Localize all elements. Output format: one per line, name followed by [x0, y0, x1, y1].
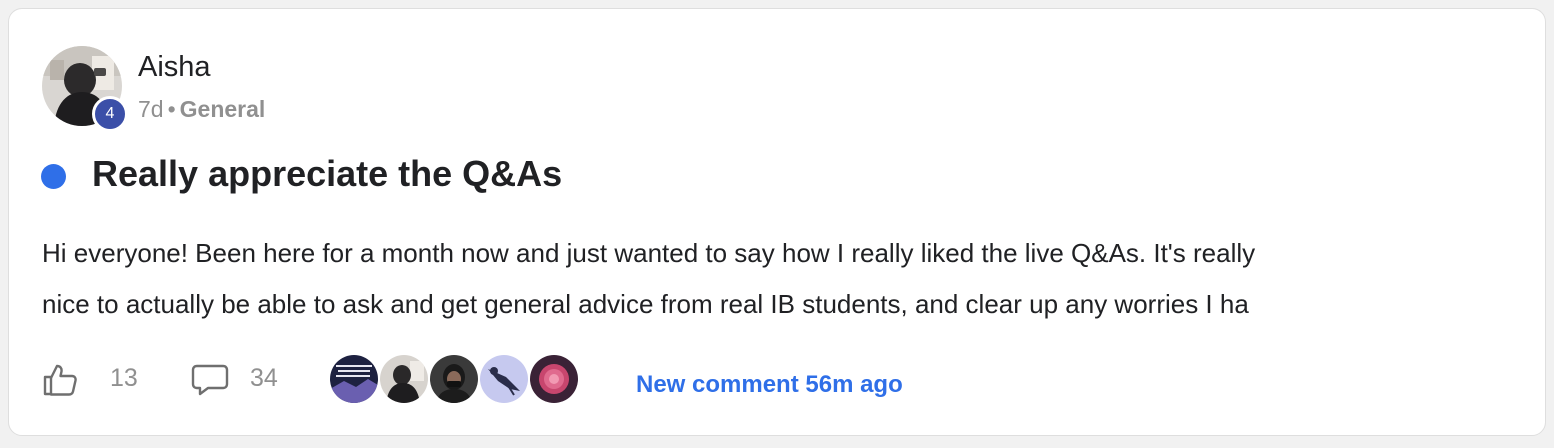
post-category[interactable]: General: [180, 96, 266, 122]
meta-separator: •: [167, 96, 176, 122]
post-body-line: Hi everyone! Been here for a month now a…: [42, 238, 1256, 268]
post-actions: 13 34 New comment 56m ago: [42, 353, 1522, 405]
unread-indicator: [41, 164, 66, 189]
commenter-avatar-2[interactable]: [378, 353, 430, 405]
comment-bubble-icon[interactable]: [191, 363, 229, 397]
post-body[interactable]: Hi everyone! Been here for a month now a…: [42, 228, 1518, 330]
commenter-avatar-3[interactable]: [428, 353, 480, 405]
post-card[interactable]: 4 Aisha 7d • General Really appreciate the…: [8, 8, 1546, 436]
post-title[interactable]: Really appreciate the Q&As: [92, 152, 562, 196]
post-body-line: nice to actually be able to ask and get …: [42, 289, 1249, 319]
thumbs-up-icon[interactable]: [42, 363, 78, 397]
comment-count: 34: [250, 364, 278, 392]
commenter-avatar-4[interactable]: [478, 353, 530, 405]
author-avatar-wrapper[interactable]: 4: [42, 46, 128, 132]
commenter-avatar-1[interactable]: [328, 353, 380, 405]
level-badge: 4: [92, 96, 128, 132]
commenter-avatar-5[interactable]: [528, 353, 580, 405]
new-comment-link[interactable]: New comment 56m ago: [636, 370, 903, 400]
like-count: 13: [110, 364, 138, 392]
author-name[interactable]: Aisha: [138, 49, 211, 85]
post-meta: 7d • General: [138, 95, 265, 123]
post-age: 7d: [138, 96, 164, 122]
